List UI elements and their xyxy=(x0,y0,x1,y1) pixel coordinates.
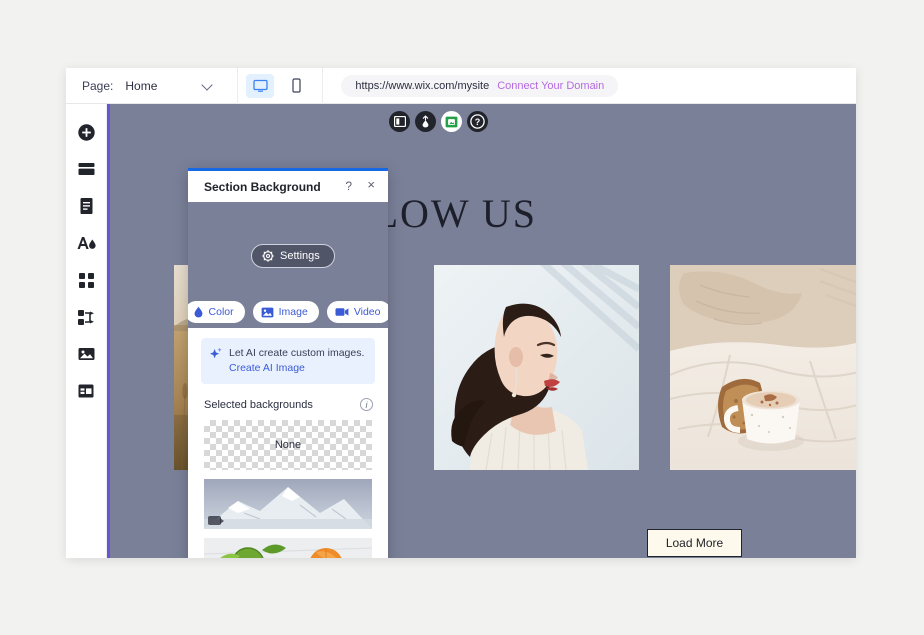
panel-close-button[interactable]: × xyxy=(367,178,375,192)
site-url-text: https://www.wix.com/mysite xyxy=(355,80,489,92)
change-background-button[interactable] xyxy=(441,111,462,132)
selected-backgrounds-row: Selected backgrounds i xyxy=(204,398,373,411)
section-help-button[interactable]: ? xyxy=(467,111,488,132)
thumb-none-label: None xyxy=(275,439,301,451)
panel-title: Section Background xyxy=(204,180,321,194)
video-camera-icon xyxy=(335,307,349,317)
animation-icon xyxy=(420,115,431,128)
bed-coffee-image xyxy=(670,265,856,470)
snowy-mountain-thumb-image xyxy=(204,479,372,529)
pages-icon xyxy=(79,197,94,215)
portrait-image xyxy=(434,265,639,470)
background-settings-button[interactable]: Settings xyxy=(251,244,335,268)
gear-icon xyxy=(262,250,274,262)
thumb-none[interactable]: None xyxy=(204,420,372,470)
section-selection-accent xyxy=(107,104,110,558)
gallery-image-portrait[interactable] xyxy=(434,265,639,470)
tab-image[interactable]: Image xyxy=(253,301,319,323)
picture-icon xyxy=(261,307,274,318)
change-background-icon xyxy=(445,116,458,128)
panel-header: Section Background ? × xyxy=(188,171,388,202)
section-toolbar: ? xyxy=(389,111,488,132)
theme-text-icon xyxy=(76,234,97,252)
sidebar-item-pages[interactable] xyxy=(71,194,101,218)
sidebar-item-integrations[interactable] xyxy=(71,305,101,329)
ai-sparkle-icon xyxy=(210,347,222,360)
panel-help-button[interactable]: ? xyxy=(345,179,352,193)
tab-video-label: Video xyxy=(354,306,381,318)
thumb-citrus-fruit[interactable] xyxy=(204,538,372,558)
gallery-image-bed-coffee[interactable] xyxy=(670,265,856,470)
apps-grid-icon xyxy=(78,272,95,289)
add-plus-icon xyxy=(77,123,96,142)
svg-text:?: ? xyxy=(475,117,481,127)
divider xyxy=(322,68,323,104)
ai-images-banner[interactable]: Let AI create custom images. Create AI I… xyxy=(201,338,375,384)
desktop-icon xyxy=(253,79,268,93)
background-preview-area: Settings xyxy=(188,202,388,296)
page-label: Page: xyxy=(82,79,113,93)
tab-color-label: Color xyxy=(209,306,234,318)
sidebar-item-site-design[interactable] xyxy=(71,231,101,255)
integrations-icon xyxy=(77,309,96,326)
connect-domain-link[interactable]: Connect Your Domain xyxy=(497,80,604,92)
selected-backgrounds-label: Selected backgrounds xyxy=(204,399,313,411)
sidebar-item-sections[interactable] xyxy=(71,157,101,181)
tab-video[interactable]: Video xyxy=(327,301,388,323)
layout-split-icon xyxy=(394,116,406,127)
editor-topbar: Page: Home https://www.wix.com/mysite Co… xyxy=(66,68,856,104)
cms-table-icon xyxy=(77,383,95,399)
citrus-fruit-thumb-image xyxy=(204,538,372,558)
sidebar-item-content-manager[interactable] xyxy=(71,379,101,403)
section-background-panel: Section Background ? × Settings xyxy=(188,168,388,558)
mobile-icon xyxy=(291,78,302,93)
droplet-icon xyxy=(193,306,204,318)
video-badge-icon xyxy=(208,516,221,525)
load-more-button[interactable]: Load More xyxy=(647,529,742,557)
info-icon[interactable]: i xyxy=(360,398,373,411)
help-question-icon: ? xyxy=(470,114,485,129)
sidebar-item-media-manager[interactable] xyxy=(71,342,101,366)
ai-banner-text: Let AI create custom images. xyxy=(229,347,364,359)
panel-body: Let AI create custom images. Create AI I… xyxy=(188,328,388,558)
wix-editor-window: Page: Home https://www.wix.com/mysite Co… xyxy=(66,68,856,558)
editor-left-rail xyxy=(66,104,107,558)
sidebar-item-app-market[interactable] xyxy=(71,268,101,292)
media-image-icon xyxy=(77,346,96,362)
tab-color[interactable]: Color xyxy=(188,301,245,323)
create-ai-image-link[interactable]: Create AI Image xyxy=(229,362,305,374)
background-type-tabs: Color Image Video xyxy=(188,296,388,328)
divider xyxy=(237,68,238,104)
change-layout-button[interactable] xyxy=(389,111,410,132)
page-selector-value[interactable]: Home xyxy=(125,79,157,93)
settings-button-label: Settings xyxy=(280,250,320,262)
desktop-view-button[interactable] xyxy=(246,74,274,98)
mobile-view-button[interactable] xyxy=(282,74,310,98)
section-animation-button[interactable] xyxy=(415,111,436,132)
sections-icon xyxy=(77,161,96,177)
sidebar-item-add-elements[interactable] xyxy=(71,120,101,144)
site-url-bar[interactable]: https://www.wix.com/mysite Connect Your … xyxy=(341,75,618,97)
chevron-down-icon[interactable] xyxy=(203,81,213,91)
tab-image-label: Image xyxy=(279,306,308,318)
thumb-snowy-mountain[interactable] xyxy=(204,479,372,529)
